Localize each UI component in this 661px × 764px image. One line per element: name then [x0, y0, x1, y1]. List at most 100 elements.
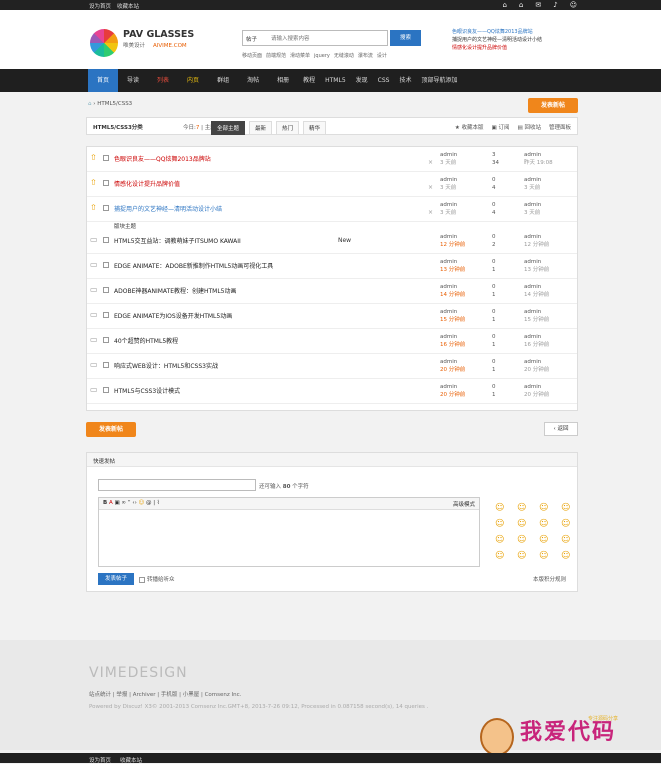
- thread-author[interactable]: admin 3 天前: [440, 176, 457, 192]
- recycle-link[interactable]: ▤ 回收站: [518, 123, 541, 131]
- thread-checkbox[interactable]: [103, 180, 109, 186]
- thread-author[interactable]: admin 3 天前: [440, 151, 457, 167]
- smiley-icon[interactable]: ☺: [539, 551, 549, 561]
- last-post[interactable]: admin 3 天前: [524, 176, 541, 192]
- thread-checkbox[interactable]: [103, 237, 109, 243]
- home-icon[interactable]: ⌂: [502, 1, 506, 9]
- news-item[interactable]: 捕捉用户的文艺神经—清明活动设计小结: [452, 36, 542, 44]
- nav-item[interactable]: HTML5: [320, 69, 351, 92]
- house-icon[interactable]: ⌂: [519, 1, 523, 9]
- search-input[interactable]: [271, 33, 379, 44]
- nav-item[interactable]: 首页: [88, 69, 119, 92]
- nav-item[interactable]: 顶部导航添加: [416, 69, 462, 92]
- thread-checkbox[interactable]: [103, 287, 109, 293]
- thread-title[interactable]: EDGE ANIMATE为IOS设备开发HTML5动画: [114, 311, 232, 320]
- subscribe-link[interactable]: ▣ 订阅: [492, 123, 510, 131]
- thread-title[interactable]: 色眼识良友——QQ炫舞2013品牌站: [114, 154, 211, 163]
- hot-keyword[interactable]: 无缝滚动: [334, 53, 354, 59]
- nav-item[interactable]: 列表: [148, 69, 178, 92]
- smiley-icon[interactable]: ☺: [539, 519, 549, 529]
- mail-icon[interactable]: ✉: [535, 1, 541, 9]
- last-post[interactable]: admin 20 分钟前: [524, 358, 549, 374]
- smiley-icon[interactable]: ☺: [139, 500, 145, 506]
- thread-title[interactable]: 响应式WEB设计：HTML5和CSS3实战: [114, 361, 218, 370]
- search-type-select[interactable]: 帖子: [246, 35, 257, 43]
- table-row[interactable]: ⇧ 色眼识良友——QQ炫舞2013品牌站 × admin 3 天前 3 34 admin 昨天 …: [87, 147, 577, 172]
- title-input[interactable]: [98, 479, 256, 491]
- hot-keyword[interactable]: jquery: [314, 53, 330, 59]
- nav-item[interactable]: 教程: [298, 69, 320, 92]
- new-post-button[interactable]: 发表新帖: [528, 98, 578, 113]
- thread-title[interactable]: HTML5交互益站：调教萌妹子ITSUMO KAWAII: [114, 236, 241, 245]
- thread-author[interactable]: admin 12 分钟前: [440, 233, 465, 249]
- advanced-mode-link[interactable]: 高级模式: [453, 500, 475, 508]
- table-row[interactable]: ⇧ 情感化设计提升品牌价值 × admin 3 天前 0 4 admin 3 天前: [87, 172, 577, 197]
- last-post[interactable]: admin 16 分钟前: [524, 333, 549, 349]
- logo-icon[interactable]: [90, 29, 118, 57]
- news-item[interactable]: 情感化设计提升品牌价值: [452, 44, 542, 52]
- thread-author[interactable]: admin 3 天前: [440, 201, 457, 217]
- volume-icon[interactable]: ♪: [553, 1, 557, 9]
- image-icon[interactable]: ▣: [114, 500, 119, 506]
- hot-keyword[interactable]: 滑动菜单: [290, 53, 310, 59]
- favorite-forum-link[interactable]: ★ 收藏本版: [455, 123, 484, 131]
- smiley-icon[interactable]: ☺: [517, 551, 527, 561]
- nav-item[interactable]: 导读: [118, 69, 148, 92]
- thread-title[interactable]: 捕捉用户的文艺神经—清明活动设计小结: [114, 204, 222, 213]
- thread-title[interactable]: 40个超赞的HTML5教程: [114, 336, 178, 345]
- thread-author[interactable]: admin 20 分钟前: [440, 383, 465, 399]
- attachment-icon[interactable]: ⌇: [157, 500, 160, 506]
- smiley-icon[interactable]: ☺: [561, 535, 571, 545]
- table-row[interactable]: ▭ HTML5交互益站：调教萌妹子ITSUMO KAWAII New admin 12 …: [87, 229, 577, 254]
- table-row[interactable]: ▭ HTML5与CSS3设计模式 admin 20 分钟前 0 1 admin 20 分钟前: [87, 379, 577, 404]
- back-button[interactable]: ‹ 返回: [544, 422, 578, 436]
- thread-title[interactable]: ADOBE神器ANIMATE教程：创建HTML5动画: [114, 286, 237, 295]
- manage-link[interactable]: 管理面板: [549, 123, 571, 131]
- thread-checkbox[interactable]: [103, 262, 109, 268]
- thread-checkbox[interactable]: [103, 362, 109, 368]
- news-item[interactable]: 色眼识良友——QQ炫舞2013品牌站: [452, 28, 542, 36]
- tab-latest[interactable]: 最新: [249, 121, 273, 135]
- submit-post-button[interactable]: 发表帖子: [98, 573, 134, 585]
- last-post[interactable]: admin 14 分钟前: [524, 283, 549, 299]
- smiley-icon[interactable]: ☺: [495, 535, 505, 545]
- smiley-icon[interactable]: ☺: [495, 551, 505, 561]
- nav-item[interactable]: CSS: [373, 69, 395, 92]
- thread-author[interactable]: admin 14 分钟前: [440, 283, 465, 299]
- thread-checkbox[interactable]: [103, 155, 109, 161]
- new-post-button-bottom[interactable]: 发表新帖: [86, 422, 136, 437]
- thread-title[interactable]: 情感化设计提升品牌价值: [114, 179, 180, 188]
- close-icon[interactable]: ×: [428, 209, 433, 216]
- last-post[interactable]: admin 15 分钟前: [524, 308, 549, 324]
- hot-keyword[interactable]: 前端规范: [266, 53, 286, 59]
- thread-checkbox[interactable]: [103, 337, 109, 343]
- last-post[interactable]: admin 20 分钟前: [524, 383, 549, 399]
- last-post[interactable]: admin 13 分钟前: [524, 258, 549, 274]
- footer-links[interactable]: 站点统计 | 举报 | Archiver | 手机版 | 小黑屋 | Comse…: [89, 690, 241, 698]
- hot-keyword[interactable]: 瀑布流: [358, 53, 373, 59]
- smiley-icon[interactable]: ☺: [539, 535, 549, 545]
- smiley-icon[interactable]: ☺: [517, 519, 527, 529]
- quote-icon[interactable]: “: [128, 500, 131, 506]
- last-post[interactable]: admin 12 分钟前: [524, 233, 549, 249]
- nav-item[interactable]: 技术: [394, 69, 416, 92]
- thread-title[interactable]: EDGE ANIMATE：ADOBE新推制作HTML5动画可视化工具: [114, 261, 273, 270]
- thread-author[interactable]: admin 20 分钟前: [440, 358, 465, 374]
- thread-author[interactable]: admin 13 分钟前: [440, 258, 465, 274]
- thread-title[interactable]: HTML5与CSS3设计模式: [114, 386, 180, 395]
- nav-item[interactable]: 相册: [268, 69, 298, 92]
- thread-checkbox[interactable]: [103, 387, 109, 393]
- hot-keyword[interactable]: 设计: [377, 53, 387, 59]
- tab-hot[interactable]: 热门: [276, 121, 300, 135]
- thread-author[interactable]: admin 16 分钟前: [440, 333, 465, 349]
- table-row[interactable]: ▭ 响应式WEB设计：HTML5和CSS3实战 admin 20 分钟前 0 1 admin…: [87, 354, 577, 379]
- table-row[interactable]: ▭ 40个超赞的HTML5教程 admin 16 分钟前 0 1 admin 16 分钟前: [87, 329, 577, 354]
- tab-digest[interactable]: 精华: [303, 121, 327, 135]
- smiley-icon[interactable]: ☺: [517, 535, 527, 545]
- smiley-icon[interactable]: ☺: [561, 551, 571, 561]
- close-icon[interactable]: ×: [428, 159, 433, 166]
- smiley-icon[interactable]: ☺: [561, 519, 571, 529]
- table-row[interactable]: ▭ ADOBE神器ANIMATE教程：创建HTML5动画 admin 14 分钟前 0 1…: [87, 279, 577, 304]
- nav-item[interactable]: 群组: [208, 69, 238, 92]
- thread-author[interactable]: admin 15 分钟前: [440, 308, 465, 324]
